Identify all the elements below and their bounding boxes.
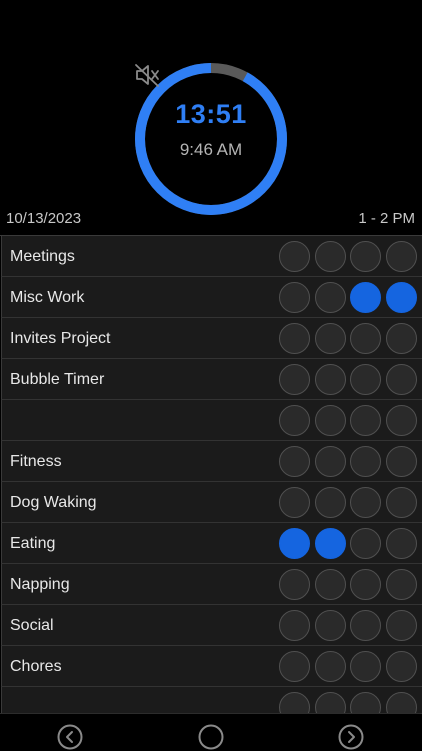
time-bubble-empty[interactable]: [279, 282, 310, 313]
time-bubble-empty[interactable]: [279, 241, 310, 272]
bubble-group: [279, 692, 419, 714]
time-bubble-empty[interactable]: [314, 487, 346, 518]
activity-label: Misc Work: [10, 289, 85, 306]
activity-label: Meetings: [10, 248, 75, 265]
activity-label: Dog Waking: [10, 494, 97, 511]
time-bubble-empty[interactable]: [314, 446, 346, 477]
time-bubble-empty[interactable]: [385, 323, 417, 354]
bubble-group: [279, 241, 419, 272]
time-bubble-empty[interactable]: [385, 405, 417, 436]
time-bubble-empty[interactable]: [350, 610, 381, 641]
time-bubble-empty[interactable]: [350, 651, 381, 682]
chevron-right-circle-icon[interactable]: [338, 724, 364, 750]
activity-row[interactable]: Fitness: [1, 441, 422, 482]
time-bubble-empty[interactable]: [314, 569, 346, 600]
activity-label: Napping: [10, 576, 70, 593]
time-bubble-empty[interactable]: [385, 446, 417, 477]
date-label: 10/13/2023: [6, 210, 82, 227]
speaker-muted-icon[interactable]: [133, 61, 161, 89]
time-bubble-empty[interactable]: [279, 487, 310, 518]
activity-row[interactable]: Invites Project: [1, 318, 422, 359]
time-bubble-empty[interactable]: [350, 323, 381, 354]
time-bubble-empty[interactable]: [279, 446, 310, 477]
time-bubble-empty[interactable]: [350, 487, 381, 518]
time-bubble-empty[interactable]: [350, 569, 381, 600]
bubble-group: [279, 651, 419, 682]
activity-label: Chores: [10, 658, 62, 675]
time-bubble-empty[interactable]: [279, 405, 310, 436]
hour-range-label: 1 - 2 PM: [358, 210, 415, 227]
time-bubble-empty[interactable]: [314, 241, 346, 272]
time-bubble-filled[interactable]: [350, 282, 381, 313]
time-bubble-empty[interactable]: [279, 364, 310, 395]
timer-ring[interactable]: 13:51 9:46 AM: [133, 61, 289, 217]
time-bubble-empty[interactable]: [350, 692, 381, 714]
bubble-group: [279, 569, 419, 600]
activity-row[interactable]: Chores: [1, 646, 422, 687]
time-bubble-empty[interactable]: [385, 487, 417, 518]
time-bubble-empty[interactable]: [279, 569, 310, 600]
time-bubble-empty[interactable]: [385, 569, 417, 600]
time-bubble-empty[interactable]: [385, 692, 417, 714]
activity-label: Invites Project: [10, 330, 111, 347]
activity-row[interactable]: [1, 400, 422, 441]
bubble-group: [279, 487, 419, 518]
bubble-group: [279, 323, 419, 354]
time-bubble-empty[interactable]: [385, 528, 417, 559]
time-bubble-empty[interactable]: [279, 323, 310, 354]
time-bubble-empty[interactable]: [314, 651, 346, 682]
time-bubble-empty[interactable]: [385, 651, 417, 682]
activity-label: Bubble Timer: [10, 371, 105, 388]
time-bubble-empty[interactable]: [385, 610, 417, 641]
activity-row[interactable]: Dog Waking: [1, 482, 422, 523]
time-bubble-empty[interactable]: [314, 364, 346, 395]
activity-list[interactable]: Meetings Misc Work Invites Project Bubble T…: [0, 235, 422, 714]
time-bubble-empty[interactable]: [350, 241, 381, 272]
activity-row[interactable]: [1, 687, 422, 714]
activity-row[interactable]: Bubble Timer: [1, 359, 422, 400]
activity-label: Social: [10, 617, 54, 634]
time-bubble-empty[interactable]: [279, 610, 310, 641]
bottom-navigation: [0, 713, 422, 751]
bubble-group: [279, 405, 419, 436]
activity-label: Fitness: [10, 453, 62, 470]
activity-label: Eating: [10, 535, 56, 552]
timer-countdown: 13:51: [175, 99, 247, 129]
activity-row[interactable]: Eating: [1, 523, 422, 564]
time-bubble-empty[interactable]: [279, 692, 310, 714]
time-bubble-empty[interactable]: [314, 610, 346, 641]
bubble-group: [279, 610, 419, 641]
circle-icon[interactable]: [198, 724, 224, 750]
time-bubble-empty[interactable]: [279, 651, 310, 682]
time-bubble-empty[interactable]: [314, 323, 346, 354]
bubble-group: [279, 446, 419, 477]
time-bubble-empty[interactable]: [314, 692, 346, 714]
time-bubble-empty[interactable]: [350, 528, 381, 559]
chevron-left-circle-icon[interactable]: [57, 724, 83, 750]
activity-row[interactable]: Meetings: [1, 236, 422, 277]
time-bubble-empty[interactable]: [350, 446, 381, 477]
bubble-group: [279, 528, 419, 559]
time-bubble-empty[interactable]: [314, 405, 346, 436]
time-bubble-filled[interactable]: [279, 528, 310, 559]
time-bubble-empty[interactable]: [350, 364, 381, 395]
current-time: 9:46 AM: [179, 140, 243, 159]
bubble-group: [279, 364, 419, 395]
time-bubble-empty[interactable]: [314, 282, 346, 313]
activity-row[interactable]: Social: [1, 605, 422, 646]
time-bubble-empty[interactable]: [385, 241, 417, 272]
time-bubble-empty[interactable]: [350, 405, 381, 436]
time-bubble-empty[interactable]: [385, 364, 417, 395]
activity-row[interactable]: Misc Work: [1, 277, 422, 318]
activity-row[interactable]: Napping: [1, 564, 422, 605]
timer-ring-progress: [135, 63, 287, 215]
time-bubble-filled[interactable]: [314, 528, 346, 559]
bubble-group: [279, 282, 419, 313]
time-bubble-filled[interactable]: [385, 282, 417, 313]
